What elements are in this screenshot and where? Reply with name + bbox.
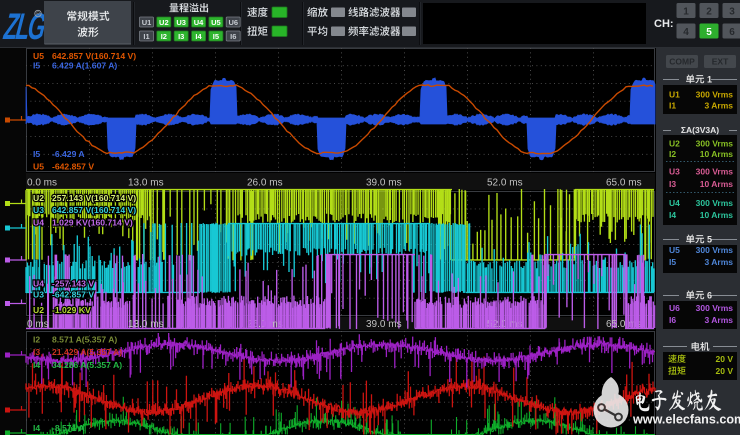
svg-text:10 Arms: 10 Arms [700, 179, 734, 189]
svg-text:I3: I3 [33, 347, 40, 357]
svg-text:300 Vrms: 300 Vrms [696, 167, 734, 177]
svg-text:U4: U4 [194, 18, 204, 27]
svg-text:26.0 ms: 26.0 ms [247, 178, 283, 189]
svg-text:CH:: CH: [654, 18, 674, 30]
svg-text:ΣA(3V3A): ΣA(3V3A) [681, 125, 719, 135]
svg-text:I5: I5 [33, 61, 40, 71]
svg-text:U5: U5 [669, 245, 680, 255]
svg-text:U4: U4 [33, 218, 44, 228]
svg-text:1: 1 [707, 75, 712, 85]
svg-text:642.857 V(160.714 V): 642.857 V(160.714 V) [52, 205, 136, 215]
svg-text:I4: I4 [195, 32, 202, 41]
svg-text:6: 6 [707, 291, 712, 301]
svg-text:U3: U3 [669, 167, 680, 177]
svg-text:U4: U4 [669, 198, 680, 208]
svg-text:I4: I4 [669, 210, 676, 220]
svg-text:300 Vrms: 300 Vrms [696, 90, 734, 100]
svg-text:5: 5 [707, 235, 712, 245]
svg-text:U1: U1 [142, 18, 152, 27]
svg-text:U2: U2 [33, 305, 44, 315]
svg-text:642.857 V(160.714 V): 642.857 V(160.714 V) [52, 51, 136, 61]
svg-text:-642.857 V: -642.857 V [52, 290, 94, 300]
svg-text:300 Vrms: 300 Vrms [696, 245, 734, 255]
svg-text:U4: U4 [33, 279, 44, 289]
svg-text:3: 3 [729, 7, 735, 18]
svg-text:20 V: 20 V [716, 354, 734, 364]
svg-text:COMP: COMP [669, 57, 695, 67]
svg-text:20 V: 20 V [716, 366, 734, 376]
svg-text:U3: U3 [33, 205, 44, 215]
svg-text:39.0 ms: 39.0 ms [366, 178, 402, 189]
svg-text:-257.143 V: -257.143 V [52, 279, 94, 289]
svg-text:I2: I2 [33, 335, 40, 345]
svg-text:300 Vrms: 300 Vrms [696, 139, 734, 149]
svg-text:13.0 ms: 13.0 ms [128, 178, 164, 189]
svg-text:I5: I5 [669, 257, 676, 267]
svg-text:4: 4 [683, 27, 689, 38]
svg-text:U2: U2 [33, 193, 44, 203]
svg-text:3 Arms: 3 Arms [704, 257, 733, 267]
svg-text:5: 5 [706, 27, 712, 38]
svg-text:U5: U5 [33, 51, 44, 61]
svg-text:-6.429 A: -6.429 A [52, 149, 85, 159]
svg-text:2: 2 [706, 7, 712, 18]
svg-text:I6: I6 [669, 315, 676, 325]
svg-text:0.0 ms: 0.0 ms [27, 178, 57, 189]
svg-text:I2: I2 [669, 149, 676, 159]
svg-text:10 Arms: 10 Arms [700, 210, 734, 220]
svg-text:U5: U5 [33, 162, 44, 172]
svg-text:-8.571 A: -8.571 A [52, 423, 85, 433]
svg-text:21.429 A(5.357 A): 21.429 A(5.357 A) [52, 347, 122, 357]
svg-text:R: R [36, 12, 40, 18]
svg-text:1: 1 [683, 7, 689, 18]
svg-text:www.elecfans.com: www.elecfans.com [632, 413, 740, 427]
svg-text:I5: I5 [33, 149, 40, 159]
svg-text:52.0 ms: 52.0 ms [487, 178, 523, 189]
svg-text:I4: I4 [33, 423, 40, 433]
svg-text:U3: U3 [176, 18, 186, 27]
svg-text:I1: I1 [669, 101, 676, 111]
svg-text:I3: I3 [178, 32, 184, 41]
svg-text:3 Arms: 3 Arms [704, 315, 733, 325]
svg-text:-1.029 KV: -1.029 KV [52, 305, 91, 315]
svg-text:34.286 A(5.357 A): 34.286 A(5.357 A) [52, 360, 122, 370]
svg-text:I3: I3 [669, 179, 676, 189]
svg-text:I4: I4 [33, 360, 40, 370]
svg-text:U1: U1 [669, 90, 680, 100]
svg-text:U5: U5 [211, 18, 221, 27]
svg-text:I5: I5 [213, 32, 219, 41]
svg-text:39.0 ms: 39.0 ms [366, 319, 402, 330]
svg-text:10 Arms: 10 Arms [700, 149, 734, 159]
svg-text:8.571 A(5.357 A): 8.571 A(5.357 A) [52, 335, 117, 345]
svg-text:3 Arms: 3 Arms [704, 101, 733, 111]
svg-text:U6: U6 [228, 18, 238, 27]
svg-text:65.0 ms: 65.0 ms [606, 178, 642, 189]
svg-text:U2: U2 [669, 139, 680, 149]
svg-text:EXT: EXT [712, 57, 729, 67]
svg-text:U2: U2 [159, 18, 169, 27]
svg-text:I1: I1 [143, 32, 149, 41]
svg-text:-642.857 V: -642.857 V [52, 162, 94, 172]
svg-text:1.029 KV(160.714 V): 1.029 KV(160.714 V) [52, 218, 133, 228]
svg-text:0 ms: 0 ms [27, 319, 49, 330]
svg-text:I2: I2 [161, 32, 167, 41]
svg-text:U6: U6 [669, 303, 680, 313]
svg-text:13.0 ms: 13.0 ms [128, 319, 164, 330]
svg-text:6.429 A(1.607 A): 6.429 A(1.607 A) [52, 61, 117, 71]
svg-text:300 Vrms: 300 Vrms [696, 303, 734, 313]
svg-text:300 Vrms: 300 Vrms [696, 198, 734, 208]
svg-text:U3: U3 [33, 290, 44, 300]
svg-text:257.143 V(160.714 V): 257.143 V(160.714 V) [52, 193, 136, 203]
svg-text:I6: I6 [230, 32, 236, 41]
svg-text:6: 6 [729, 27, 735, 38]
